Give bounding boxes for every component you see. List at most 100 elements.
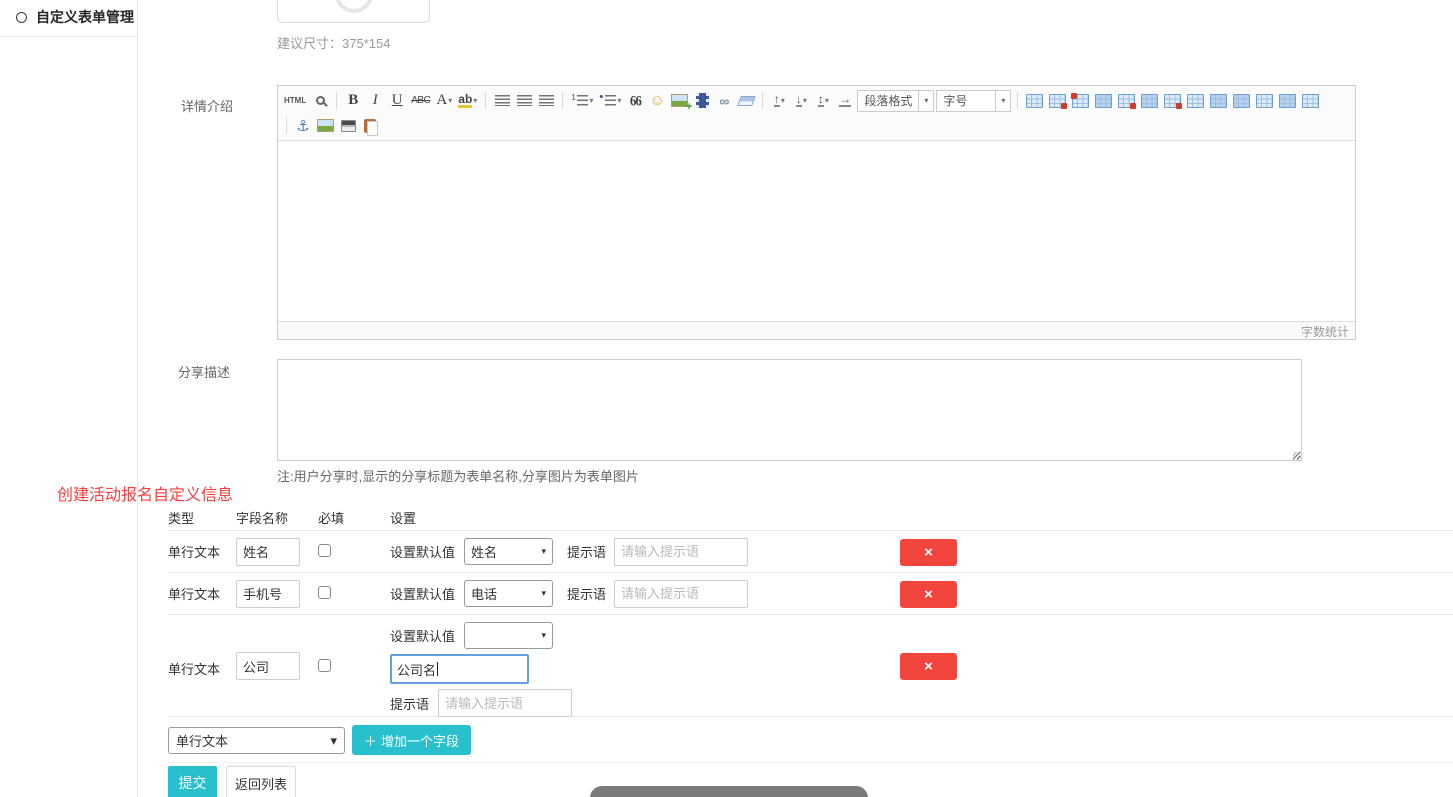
preview-icon[interactable] bbox=[310, 90, 330, 112]
page: 自定义表单管理 建议尺寸：375*154 详情介绍 HTML B I U ABC… bbox=[0, 0, 1453, 797]
underline-icon[interactable]: U bbox=[387, 90, 407, 112]
insert-row-below-icon[interactable] bbox=[1208, 90, 1229, 112]
print-icon[interactable] bbox=[338, 115, 358, 137]
bold-icon[interactable]: B bbox=[343, 90, 363, 112]
default-value-text: 公司名 bbox=[397, 660, 436, 679]
back-to-list-button[interactable]: 返回列表 bbox=[226, 766, 296, 797]
align-top-icon[interactable]: ↑▾ bbox=[769, 90, 789, 112]
field-name-input[interactable] bbox=[236, 538, 300, 566]
highlight-color-icon[interactable]: ab▾ bbox=[456, 90, 479, 112]
sidebar: 自定义表单管理 bbox=[0, 0, 138, 797]
font-name-icon[interactable]: A▾ bbox=[434, 90, 454, 112]
add-field-button-label: 增加一个字段 bbox=[381, 731, 459, 750]
insert-image-icon[interactable] bbox=[669, 90, 690, 112]
chevron-down-icon: ▾ bbox=[541, 546, 546, 557]
toolbar-separator bbox=[485, 92, 486, 109]
default-value-selected: 电话 bbox=[471, 584, 497, 603]
prompt-input[interactable] bbox=[614, 580, 748, 608]
italic-icon[interactable]: I bbox=[365, 90, 385, 112]
prompt-input[interactable] bbox=[438, 689, 572, 717]
default-value-label: 设置默认值 bbox=[390, 626, 455, 645]
field-type: 单行文本 bbox=[168, 584, 236, 603]
field-name-input[interactable] bbox=[236, 580, 300, 608]
align-bottom-icon[interactable]: ↓▾ bbox=[791, 90, 811, 112]
field-type: 单行文本 bbox=[168, 659, 236, 678]
delete-row-icon[interactable] bbox=[1116, 90, 1137, 112]
blockquote-icon[interactable]: 66 bbox=[625, 88, 645, 112]
field-row: 单行文本 设置默认值 姓名 ▾ 提示语 × bbox=[168, 531, 1453, 573]
column-properties-icon[interactable] bbox=[1300, 90, 1321, 112]
align-left-icon[interactable] bbox=[492, 90, 512, 112]
emoji-icon[interactable]: ☺ bbox=[647, 90, 667, 112]
required-checkbox[interactable] bbox=[318, 544, 331, 557]
eraser-icon[interactable] bbox=[736, 90, 756, 112]
delete-column-icon[interactable] bbox=[1162, 90, 1183, 112]
default-value-select[interactable]: ▾ bbox=[464, 622, 553, 649]
field-type: 单行文本 bbox=[168, 542, 236, 561]
default-text-line: 公司名 bbox=[390, 654, 572, 684]
anchor-icon[interactable]: ⚓ bbox=[293, 115, 313, 137]
default-value-label: 设置默认值 bbox=[390, 584, 455, 603]
delete-field-button[interactable]: × bbox=[900, 581, 957, 608]
default-value-select[interactable]: 姓名 ▾ bbox=[464, 538, 553, 565]
textarea-resize-handle[interactable] bbox=[1293, 452, 1301, 460]
required-checkbox[interactable] bbox=[318, 659, 331, 672]
align-center-icon[interactable] bbox=[514, 90, 534, 112]
column-header-settings: 设置 bbox=[390, 508, 416, 527]
paragraph-format-select[interactable]: 段落格式 ▾ bbox=[857, 90, 934, 112]
field-name-input[interactable] bbox=[236, 652, 300, 680]
row-properties-icon[interactable] bbox=[1277, 90, 1298, 112]
align-right-icon[interactable] bbox=[536, 90, 556, 112]
prompt-input[interactable] bbox=[614, 538, 748, 566]
new-field-type-select[interactable]: 单行文本 ▾ bbox=[168, 727, 345, 754]
add-field-row: 单行文本 ▾ ＋ 增加一个字段 bbox=[168, 717, 1453, 763]
font-size-select[interactable]: 字号 ▾ bbox=[936, 90, 1011, 112]
default-value-text-input[interactable]: 公司名 bbox=[390, 654, 529, 684]
default-value-line: 设置默认值 ▾ bbox=[390, 622, 572, 649]
image-map-icon[interactable] bbox=[315, 115, 336, 137]
bullet-list-icon[interactable]: ▾ bbox=[597, 90, 623, 112]
circle-bullet-icon bbox=[16, 12, 27, 23]
submit-button[interactable]: 提交 bbox=[168, 766, 217, 797]
ordered-list-icon[interactable]: ▾ bbox=[569, 90, 595, 112]
default-value-select[interactable]: 电话 ▾ bbox=[464, 580, 553, 607]
insert-column-right-icon[interactable] bbox=[1231, 90, 1252, 112]
line-height-icon[interactable]: ↕▾ bbox=[813, 90, 833, 112]
required-checkbox[interactable] bbox=[318, 586, 331, 599]
indent-icon[interactable]: → bbox=[835, 90, 855, 112]
html-source-icon[interactable]: HTML bbox=[282, 90, 308, 112]
add-field-button[interactable]: ＋ 增加一个字段 bbox=[352, 725, 471, 755]
merge-cells-icon[interactable] bbox=[1185, 90, 1206, 112]
share-description-textarea[interactable] bbox=[277, 359, 1302, 461]
insert-video-icon[interactable] bbox=[692, 90, 712, 112]
field-settings-stack: 设置默认值 ▾ 公司名 提示语 bbox=[390, 622, 572, 722]
field-row: 单行文本 设置默认值 ▾ 公司名 提示语 bbox=[168, 615, 1453, 717]
prompt-label: 提示语 bbox=[567, 542, 606, 561]
strikethrough-icon[interactable]: ABC bbox=[409, 90, 432, 112]
sidebar-item-label: 自定义表单管理 bbox=[36, 7, 134, 27]
table-header-row: 类型 字段名称 必填 设置 bbox=[168, 504, 1453, 531]
toolbar-separator bbox=[562, 92, 563, 109]
insert-link-icon[interactable]: ∞ bbox=[714, 90, 734, 112]
cover-image-upload[interactable] bbox=[277, 0, 430, 23]
insert-row-above-icon[interactable] bbox=[1093, 90, 1114, 112]
split-cell-icon[interactable] bbox=[1254, 90, 1275, 112]
delete-table-icon[interactable] bbox=[1047, 90, 1068, 112]
prompt-label: 提示语 bbox=[567, 584, 606, 603]
default-value-selected: 姓名 bbox=[471, 542, 497, 561]
chevron-down-icon: ▾ bbox=[918, 91, 933, 111]
insert-column-left-icon[interactable] bbox=[1139, 90, 1160, 112]
share-note: 注:用户分享时,显示的分享标题为表单名称,分享图片为表单图片 bbox=[277, 466, 639, 485]
editor-toolbar: HTML B I U ABC A▾ ab▾ ▾ ▾ 66 ☺ bbox=[278, 86, 1355, 141]
paste-icon[interactable] bbox=[360, 115, 380, 137]
delete-field-button[interactable]: × bbox=[900, 653, 957, 680]
sidebar-item-custom-form-management[interactable]: 自定义表单管理 bbox=[0, 0, 137, 37]
toolbar-separator bbox=[336, 92, 337, 109]
insert-table-icon[interactable] bbox=[1024, 90, 1045, 112]
editor-content-area[interactable] bbox=[278, 141, 1355, 321]
delete-field-button[interactable]: × bbox=[900, 539, 957, 566]
text-cursor bbox=[437, 662, 438, 676]
toolbar-row-1: HTML B I U ABC A▾ ab▾ ▾ ▾ 66 ☺ bbox=[282, 88, 1351, 113]
toolbar-separator bbox=[286, 117, 287, 134]
table-properties-icon[interactable] bbox=[1070, 90, 1091, 112]
